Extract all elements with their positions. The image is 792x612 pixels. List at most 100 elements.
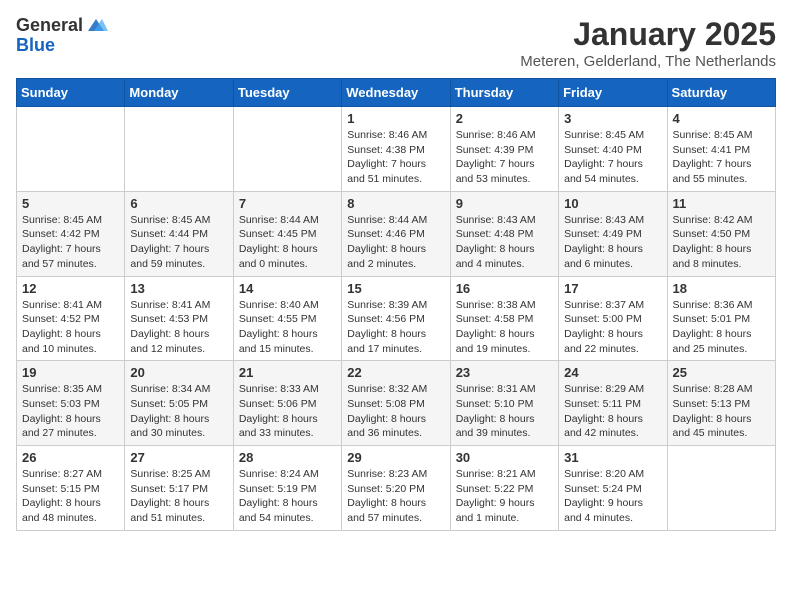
calendar-cell xyxy=(125,107,233,192)
calendar-cell: 30 Sunrise: 8:21 AM Sunset: 5:22 PM Dayli… xyxy=(450,446,558,531)
logo-general-text: General xyxy=(16,16,83,36)
day-number: 10 xyxy=(564,196,661,211)
calendar-cell: 10 Sunrise: 8:43 AM Sunset: 4:49 PM Dayli… xyxy=(559,191,667,276)
day-number: 24 xyxy=(564,365,661,380)
day-of-week-header: Tuesday xyxy=(233,79,341,107)
calendar-cell xyxy=(17,107,125,192)
day-info: Sunrise: 8:45 AM Sunset: 4:44 PM Dayligh… xyxy=(130,213,227,272)
calendar-cell: 23Sunrise: 8:31 AM Sunset: 5:10 PM Dayli… xyxy=(450,361,558,446)
calendar-cell: 9 Sunrise: 8:43 AM Sunset: 4:48 PM Daylig… xyxy=(450,191,558,276)
calendar-week-row: 1 Sunrise: 8:46 AM Sunset: 4:38 PM Daylig… xyxy=(17,107,776,192)
day-info: Sunrise: 8:29 AM Sunset: 5:11 PM Dayligh… xyxy=(564,382,661,441)
day-of-week-header: Friday xyxy=(559,79,667,107)
day-number: 28 xyxy=(239,450,336,465)
day-number: 22 xyxy=(347,365,444,380)
day-info: Sunrise: 8:43 AM Sunset: 4:48 PM Dayligh… xyxy=(456,213,553,272)
day-number: 27 xyxy=(130,450,227,465)
calendar-cell: 21 Sunrise: 8:33 AM Sunset: 5:06 PM Dayli… xyxy=(233,361,341,446)
calendar-cell: 27 Sunrise: 8:25 AM Sunset: 5:17 PM Dayli… xyxy=(125,446,233,531)
day-info: Sunrise: 8:45 AM Sunset: 4:41 PM Dayligh… xyxy=(673,128,770,187)
day-of-week-header: Saturday xyxy=(667,79,775,107)
calendar-cell: 4 Sunrise: 8:45 AM Sunset: 4:41 PM Daylig… xyxy=(667,107,775,192)
day-number: 19 xyxy=(22,365,119,380)
calendar-week-row: 19 Sunrise: 8:35 AM Sunset: 5:03 PM Dayli… xyxy=(17,361,776,446)
day-of-week-header: Sunday xyxy=(17,79,125,107)
calendar-cell: 6Sunrise: 8:45 AM Sunset: 4:44 PM Daylig… xyxy=(125,191,233,276)
day-info: Sunrise: 8:44 AM Sunset: 4:46 PM Dayligh… xyxy=(347,213,444,272)
calendar-cell: 14 Sunrise: 8:40 AM Sunset: 4:55 PM Dayli… xyxy=(233,276,341,361)
calendar-cell: 15Sunrise: 8:39 AM Sunset: 4:56 PM Dayli… xyxy=(342,276,450,361)
calendar-cell: 5 Sunrise: 8:45 AM Sunset: 4:42 PM Daylig… xyxy=(17,191,125,276)
calendar-cell xyxy=(667,446,775,531)
day-number: 4 xyxy=(673,111,770,126)
calendar-cell: 3 Sunrise: 8:45 AM Sunset: 4:40 PM Daylig… xyxy=(559,107,667,192)
day-info: Sunrise: 8:42 AM Sunset: 4:50 PM Dayligh… xyxy=(673,213,770,272)
calendar-cell: 29 Sunrise: 8:23 AM Sunset: 5:20 PM Dayli… xyxy=(342,446,450,531)
calendar-cell: 25Sunrise: 8:28 AM Sunset: 5:13 PM Dayli… xyxy=(667,361,775,446)
day-number: 1 xyxy=(347,111,444,126)
day-info: Sunrise: 8:40 AM Sunset: 4:55 PM Dayligh… xyxy=(239,298,336,357)
calendar-cell: 24 Sunrise: 8:29 AM Sunset: 5:11 PM Dayli… xyxy=(559,361,667,446)
day-of-week-header: Wednesday xyxy=(342,79,450,107)
calendar-cell: 18 Sunrise: 8:36 AM Sunset: 5:01 PM Dayli… xyxy=(667,276,775,361)
day-number: 15 xyxy=(347,281,444,296)
day-number: 17 xyxy=(564,281,661,296)
day-number: 14 xyxy=(239,281,336,296)
day-of-week-header: Monday xyxy=(125,79,233,107)
day-number: 2 xyxy=(456,111,553,126)
calendar-cell: 1 Sunrise: 8:46 AM Sunset: 4:38 PM Daylig… xyxy=(342,107,450,192)
day-of-week-header: Thursday xyxy=(450,79,558,107)
calendar-cell: 8Sunrise: 8:44 AM Sunset: 4:46 PM Daylig… xyxy=(342,191,450,276)
calendar-table: SundayMondayTuesdayWednesdayThursdayFrid… xyxy=(16,78,776,531)
day-info: Sunrise: 8:41 AM Sunset: 4:52 PM Dayligh… xyxy=(22,298,119,357)
calendar-week-row: 26Sunrise: 8:27 AM Sunset: 5:15 PM Dayli… xyxy=(17,446,776,531)
day-number: 31 xyxy=(564,450,661,465)
calendar-cell: 20 Sunrise: 8:34 AM Sunset: 5:05 PM Dayli… xyxy=(125,361,233,446)
day-info: Sunrise: 8:44 AM Sunset: 4:45 PM Dayligh… xyxy=(239,213,336,272)
day-info: Sunrise: 8:23 AM Sunset: 5:20 PM Dayligh… xyxy=(347,467,444,526)
day-number: 25 xyxy=(673,365,770,380)
logo-blue-text: Blue xyxy=(16,36,55,56)
day-info: Sunrise: 8:34 AM Sunset: 5:05 PM Dayligh… xyxy=(130,382,227,441)
day-info: Sunrise: 8:41 AM Sunset: 4:53 PM Dayligh… xyxy=(130,298,227,357)
day-number: 20 xyxy=(130,365,227,380)
location-subtitle: Meteren, Gelderland, The Netherlands xyxy=(520,53,776,70)
calendar-cell: 13 Sunrise: 8:41 AM Sunset: 4:53 PM Dayli… xyxy=(125,276,233,361)
day-info: Sunrise: 8:37 AM Sunset: 5:00 PM Dayligh… xyxy=(564,298,661,357)
day-info: Sunrise: 8:36 AM Sunset: 5:01 PM Dayligh… xyxy=(673,298,770,357)
calendar-cell: 16Sunrise: 8:38 AM Sunset: 4:58 PM Dayli… xyxy=(450,276,558,361)
day-number: 21 xyxy=(239,365,336,380)
day-info: Sunrise: 8:45 AM Sunset: 4:42 PM Dayligh… xyxy=(22,213,119,272)
title-block: January 2025 Meteren, Gelderland, The Ne… xyxy=(520,16,776,70)
day-info: Sunrise: 8:31 AM Sunset: 5:10 PM Dayligh… xyxy=(456,382,553,441)
calendar-week-row: 12Sunrise: 8:41 AM Sunset: 4:52 PM Dayli… xyxy=(17,276,776,361)
day-number: 9 xyxy=(456,196,553,211)
day-info: Sunrise: 8:21 AM Sunset: 5:22 PM Dayligh… xyxy=(456,467,553,526)
day-number: 5 xyxy=(22,196,119,211)
day-number: 13 xyxy=(130,281,227,296)
calendar-cell: 2 Sunrise: 8:46 AM Sunset: 4:39 PM Daylig… xyxy=(450,107,558,192)
day-number: 29 xyxy=(347,450,444,465)
day-number: 18 xyxy=(673,281,770,296)
day-info: Sunrise: 8:46 AM Sunset: 4:38 PM Dayligh… xyxy=(347,128,444,187)
day-info: Sunrise: 8:20 AM Sunset: 5:24 PM Dayligh… xyxy=(564,467,661,526)
calendar-cell: 22 Sunrise: 8:32 AM Sunset: 5:08 PM Dayli… xyxy=(342,361,450,446)
day-info: Sunrise: 8:45 AM Sunset: 4:40 PM Dayligh… xyxy=(564,128,661,187)
day-info: Sunrise: 8:43 AM Sunset: 4:49 PM Dayligh… xyxy=(564,213,661,272)
day-info: Sunrise: 8:33 AM Sunset: 5:06 PM Dayligh… xyxy=(239,382,336,441)
calendar-cell xyxy=(233,107,341,192)
day-info: Sunrise: 8:24 AM Sunset: 5:19 PM Dayligh… xyxy=(239,467,336,526)
day-number: 3 xyxy=(564,111,661,126)
day-info: Sunrise: 8:32 AM Sunset: 5:08 PM Dayligh… xyxy=(347,382,444,441)
day-number: 11 xyxy=(673,196,770,211)
calendar-cell: 12Sunrise: 8:41 AM Sunset: 4:52 PM Dayli… xyxy=(17,276,125,361)
calendar-cell: 17 Sunrise: 8:37 AM Sunset: 5:00 PM Dayli… xyxy=(559,276,667,361)
day-info: Sunrise: 8:25 AM Sunset: 5:17 PM Dayligh… xyxy=(130,467,227,526)
day-number: 7 xyxy=(239,196,336,211)
day-number: 16 xyxy=(456,281,553,296)
day-number: 30 xyxy=(456,450,553,465)
calendar-cell: 31 Sunrise: 8:20 AM Sunset: 5:24 PM Dayli… xyxy=(559,446,667,531)
day-info: Sunrise: 8:46 AM Sunset: 4:39 PM Dayligh… xyxy=(456,128,553,187)
calendar-cell: 11 Sunrise: 8:42 AM Sunset: 4:50 PM Dayli… xyxy=(667,191,775,276)
day-info: Sunrise: 8:35 AM Sunset: 5:03 PM Dayligh… xyxy=(22,382,119,441)
